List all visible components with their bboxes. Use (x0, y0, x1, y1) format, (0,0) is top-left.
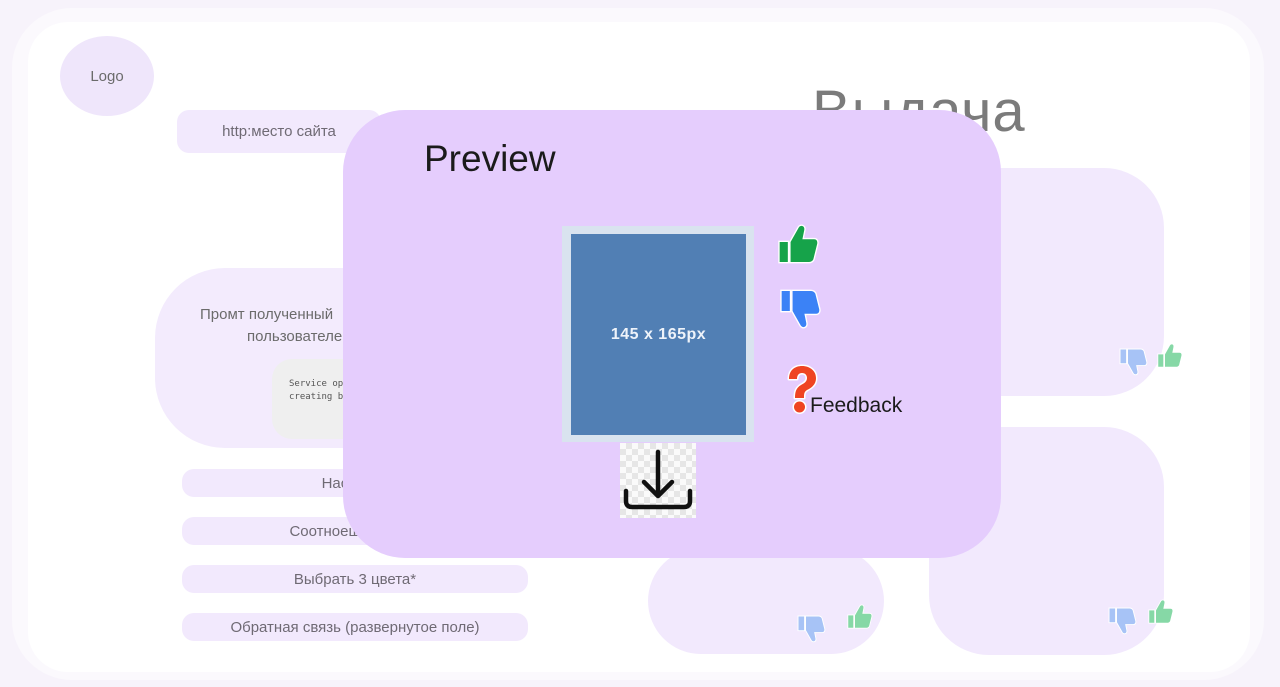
result-1-like-icon[interactable] (1156, 342, 1192, 378)
prompt-code-text: Service op creating b (289, 378, 343, 404)
preview-like-icon[interactable] (776, 222, 822, 268)
download-icon (623, 449, 693, 510)
feedback-text-field[interactable]: Обратная связь (развернутое поле) (182, 613, 528, 641)
result-3-like-icon[interactable] (846, 603, 882, 639)
code-line-2: creating b (289, 392, 344, 402)
preview-dislike-icon[interactable] (778, 285, 824, 331)
code-line-1: Service op (289, 379, 344, 389)
logo[interactable]: Logo (60, 36, 154, 116)
feedback-button[interactable]: Feedback (810, 394, 902, 418)
result-4-dislike-icon[interactable] (1107, 598, 1145, 636)
result-3-dislike-icon[interactable] (796, 606, 834, 644)
choose-colors-field[interactable]: Выбрать 3 цвета* (182, 565, 528, 593)
download-button[interactable] (620, 443, 696, 518)
result-4-like-icon[interactable] (1147, 598, 1183, 634)
preview-image: 145 x 165px (571, 234, 746, 435)
preview-title: Preview (424, 138, 556, 179)
result-1-dislike-icon[interactable] (1118, 339, 1156, 377)
